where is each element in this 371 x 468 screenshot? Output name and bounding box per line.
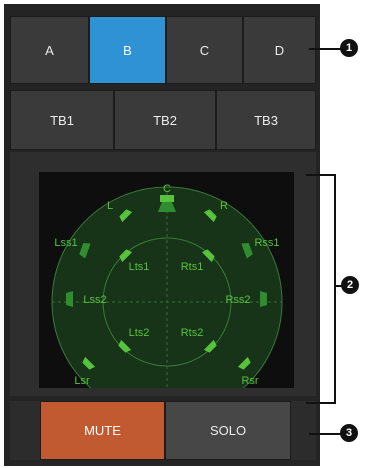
speaker-label-rss2: Rss2 [225, 294, 250, 306]
top-button-label: TB3 [254, 112, 278, 128]
top-button-label: TB1 [50, 112, 74, 128]
layout-button-a[interactable]: A [10, 16, 89, 84]
speaker-label-rts2: Rts2 [181, 327, 204, 339]
solo-label: SOLO [209, 423, 247, 438]
mute-label: MUTE [84, 423, 121, 438]
mute-button[interactable]: MUTE [40, 401, 165, 460]
speaker-label-rts1: Rts1 [181, 261, 204, 273]
layout-button-label: B [123, 42, 132, 58]
callout-marker-2: 2 [341, 276, 359, 294]
top-button-tb2[interactable]: TB2 [114, 90, 216, 150]
callout-number: 2 [346, 279, 354, 291]
speaker-label-lss2: Lss2 [83, 294, 106, 306]
callout-number: 3 [345, 427, 353, 439]
callout-line-1 [309, 48, 341, 50]
speaker-label-lss1: Lss1 [54, 237, 77, 249]
callout-marker-1: 1 [340, 39, 358, 57]
speaker-label-l: L [107, 200, 113, 212]
callout-marker-3: 3 [340, 424, 358, 442]
callout-number: 1 [345, 42, 353, 54]
top-button-tb3[interactable]: TB3 [216, 90, 316, 150]
speaker-label-r: R [220, 200, 228, 212]
callout-line-3 [309, 433, 341, 435]
layout-button-label: D [274, 42, 285, 58]
top-button-tb1[interactable]: TB1 [10, 90, 114, 150]
speaker-label-c: C [163, 183, 171, 195]
speaker-icon-lss2[interactable] [66, 291, 73, 307]
callout-bracket-2 [306, 174, 336, 404]
layout-button-b[interactable]: B [89, 16, 166, 84]
speaker-label-rss1: Rss1 [254, 237, 279, 249]
top-button-label: TB2 [153, 112, 177, 128]
solo-button[interactable]: SOLO [165, 401, 291, 460]
speaker-icon-rss2[interactable] [260, 291, 267, 307]
layout-button-label: C [199, 42, 210, 58]
speaker-label-lts1: Lts1 [129, 261, 150, 273]
bottom-right-spacer [291, 401, 316, 460]
bottom-left-spacer [10, 401, 40, 460]
speaker-label-lts2: Lts2 [129, 327, 150, 339]
speaker-map: C L R Lss1 Rss1 Lts1 Rts1 Lss2 Rss2 Lts2… [51, 183, 283, 388]
layout-button-d[interactable]: D [243, 16, 316, 84]
speaker-label-rsr: Rsr [241, 375, 258, 387]
layout-button-c[interactable]: C [166, 16, 243, 84]
layout-button-label: A [45, 42, 54, 58]
speaker-label-lsr: Lsr [74, 375, 90, 387]
